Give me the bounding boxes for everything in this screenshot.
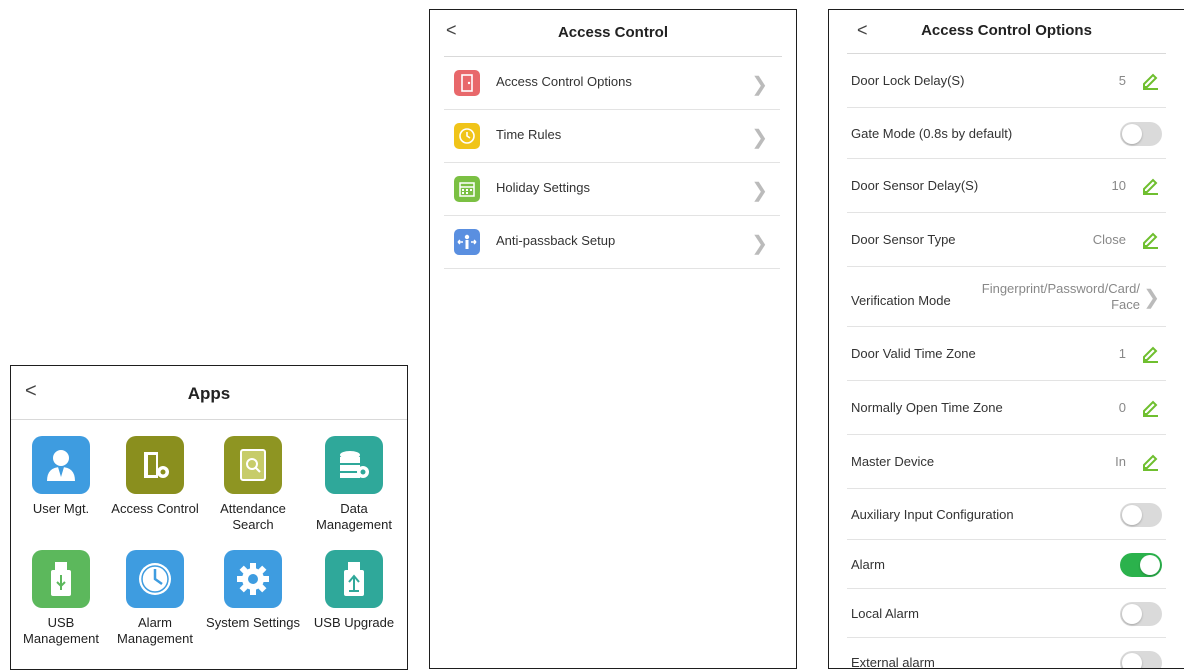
- person-arrows-icon: [454, 229, 480, 255]
- app-alarm-management[interactable]: Alarm Management: [105, 550, 205, 647]
- toggle-switch[interactable]: [1120, 552, 1162, 577]
- usb-upload-icon: [325, 550, 383, 608]
- apps-panel: < Apps User Mgt. Access Control Attendan…: [10, 365, 408, 670]
- door-gear-icon: [126, 436, 184, 494]
- toggle-knob: [1122, 652, 1142, 668]
- toggle-knob: [1122, 603, 1142, 624]
- option-label: Auxiliary Input Configuration: [851, 506, 1014, 522]
- toggle-knob: [1122, 504, 1142, 525]
- user-icon: [32, 436, 90, 494]
- pencil-icon[interactable]: [1140, 175, 1160, 195]
- app-label: Access Control: [111, 501, 199, 516]
- option-label: Verification Mode: [851, 293, 951, 308]
- options-header: < Access Control Options: [847, 10, 1166, 54]
- app-label: Attendance Search: [220, 501, 286, 532]
- clock-icon: [126, 550, 184, 608]
- app-user-mgt[interactable]: User Mgt.: [11, 436, 111, 517]
- option-value: Fingerprint/Password/Card/: [981, 281, 1140, 296]
- option-row-normally-open-time-zone[interactable]: Normally Open Time Zone 0: [847, 381, 1166, 435]
- menu-item-label: Time Rules: [496, 127, 562, 142]
- app-label: Alarm Management: [117, 615, 193, 646]
- menu-item-anti-passback-setup[interactable]: Anti-passback Setup ❯: [444, 216, 780, 269]
- option-label: Door Sensor Delay(S): [851, 178, 979, 193]
- gear-icon: [224, 550, 282, 608]
- menu-item-time-rules[interactable]: Time Rules ❯: [444, 110, 780, 163]
- app-attendance-search[interactable]: Attendance Search: [203, 436, 303, 533]
- option-value: Close: [1092, 232, 1126, 247]
- app-data-management[interactable]: Data Management: [304, 436, 404, 533]
- clock-icon: [454, 123, 480, 149]
- app-label: System Settings: [206, 615, 300, 630]
- option-label: External alarm: [851, 654, 935, 669]
- document-search-icon: [224, 436, 282, 494]
- pencil-icon[interactable]: [1140, 451, 1160, 471]
- toggle-knob: [1122, 123, 1142, 144]
- option-row-door-lock-delay-s[interactable]: Door Lock Delay(S) 5: [847, 54, 1166, 108]
- calendar-icon: [454, 176, 480, 202]
- chevron-right-icon: ❯: [751, 127, 768, 149]
- option-row-gate-mode-0-8s-by-default[interactable]: Gate Mode (0.8s by default): [847, 108, 1166, 159]
- toggle-switch[interactable]: [1120, 502, 1162, 527]
- option-label: Normally Open Time Zone: [851, 400, 1003, 415]
- menu-item-label: Access Control Options: [496, 74, 632, 89]
- app-label: USB Upgrade: [313, 615, 395, 630]
- app-label: Data Management: [316, 501, 392, 532]
- option-row-master-device[interactable]: Master Device In: [847, 435, 1166, 489]
- option-value: 1: [1118, 346, 1126, 361]
- app-usb-management[interactable]: USB Management: [11, 550, 111, 647]
- usb-drive-icon: [32, 550, 90, 608]
- option-value: 10: [1111, 178, 1126, 193]
- menu-item-label: Anti-passback Setup: [496, 233, 616, 248]
- pencil-icon[interactable]: [1140, 343, 1160, 363]
- apps-header: < Apps: [11, 366, 407, 420]
- menu-item-holiday-settings[interactable]: Holiday Settings ❯: [444, 163, 780, 216]
- option-label: Alarm: [851, 556, 885, 572]
- access-control-panel: < Access Control Access Control Options …: [429, 9, 797, 669]
- access-control-options-panel: < Access Control Options Door Lock Delay…: [828, 9, 1184, 669]
- page-title: Access Control: [557, 24, 669, 41]
- page-title: Apps: [187, 384, 231, 403]
- toggle-switch[interactable]: [1120, 121, 1162, 146]
- option-row-local-alarm[interactable]: Local Alarm: [847, 589, 1166, 638]
- option-row-door-sensor-delay-s[interactable]: Door Sensor Delay(S) 10: [847, 159, 1166, 213]
- pencil-icon[interactable]: [1140, 397, 1160, 417]
- toggle-knob: [1140, 554, 1160, 575]
- option-row-verification-mode[interactable]: Verification Mode Fingerprint/Password/Ca…: [847, 267, 1166, 327]
- pencil-icon[interactable]: [1140, 229, 1160, 249]
- app-system-settings[interactable]: System Settings: [203, 550, 303, 631]
- option-label: Gate Mode (0.8s by default): [851, 125, 1013, 141]
- menu-item-label: Holiday Settings: [496, 180, 590, 195]
- option-value: Face: [1111, 297, 1140, 312]
- toggle-switch[interactable]: [1120, 601, 1162, 626]
- option-value: 0: [1118, 400, 1126, 415]
- chevron-right-icon: ❯: [1143, 287, 1160, 309]
- option-label: Door Lock Delay(S): [851, 73, 965, 88]
- option-label: Door Valid Time Zone: [851, 346, 976, 361]
- access-control-header: < Access Control: [444, 10, 782, 57]
- option-row-door-valid-time-zone[interactable]: Door Valid Time Zone 1: [847, 327, 1166, 381]
- chevron-right-icon: ❯: [751, 233, 768, 255]
- page-title: Access Control Options: [921, 22, 1092, 39]
- option-row-external-alarm[interactable]: External alarm: [847, 638, 1166, 669]
- database-gear-icon: [325, 436, 383, 494]
- options-list: Door Lock Delay(S) 5 Gate Mode (0.8s by de…: [829, 54, 1184, 669]
- option-label: Master Device: [851, 454, 935, 469]
- option-row-auxiliary-input-configuration[interactable]: Auxiliary Input Configuration: [847, 489, 1166, 540]
- pencil-icon[interactable]: [1140, 70, 1160, 90]
- chevron-right-icon: ❯: [751, 74, 768, 96]
- option-value: In: [1115, 454, 1126, 469]
- option-row-door-sensor-type[interactable]: Door Sensor Type Close: [847, 213, 1166, 267]
- option-row-alarm[interactable]: Alarm: [847, 540, 1166, 589]
- app-usb-upgrade[interactable]: USB Upgrade: [304, 550, 404, 631]
- door-icon: [454, 70, 480, 96]
- app-label: USB Management: [23, 615, 99, 646]
- option-label: Door Sensor Type: [851, 232, 956, 247]
- app-access-control[interactable]: Access Control: [105, 436, 205, 517]
- option-label: Local Alarm: [851, 605, 919, 621]
- chevron-right-icon: ❯: [751, 180, 768, 202]
- menu-item-access-control-options[interactable]: Access Control Options ❯: [444, 57, 780, 110]
- option-value: 5: [1118, 73, 1126, 88]
- app-label: User Mgt.: [32, 501, 90, 516]
